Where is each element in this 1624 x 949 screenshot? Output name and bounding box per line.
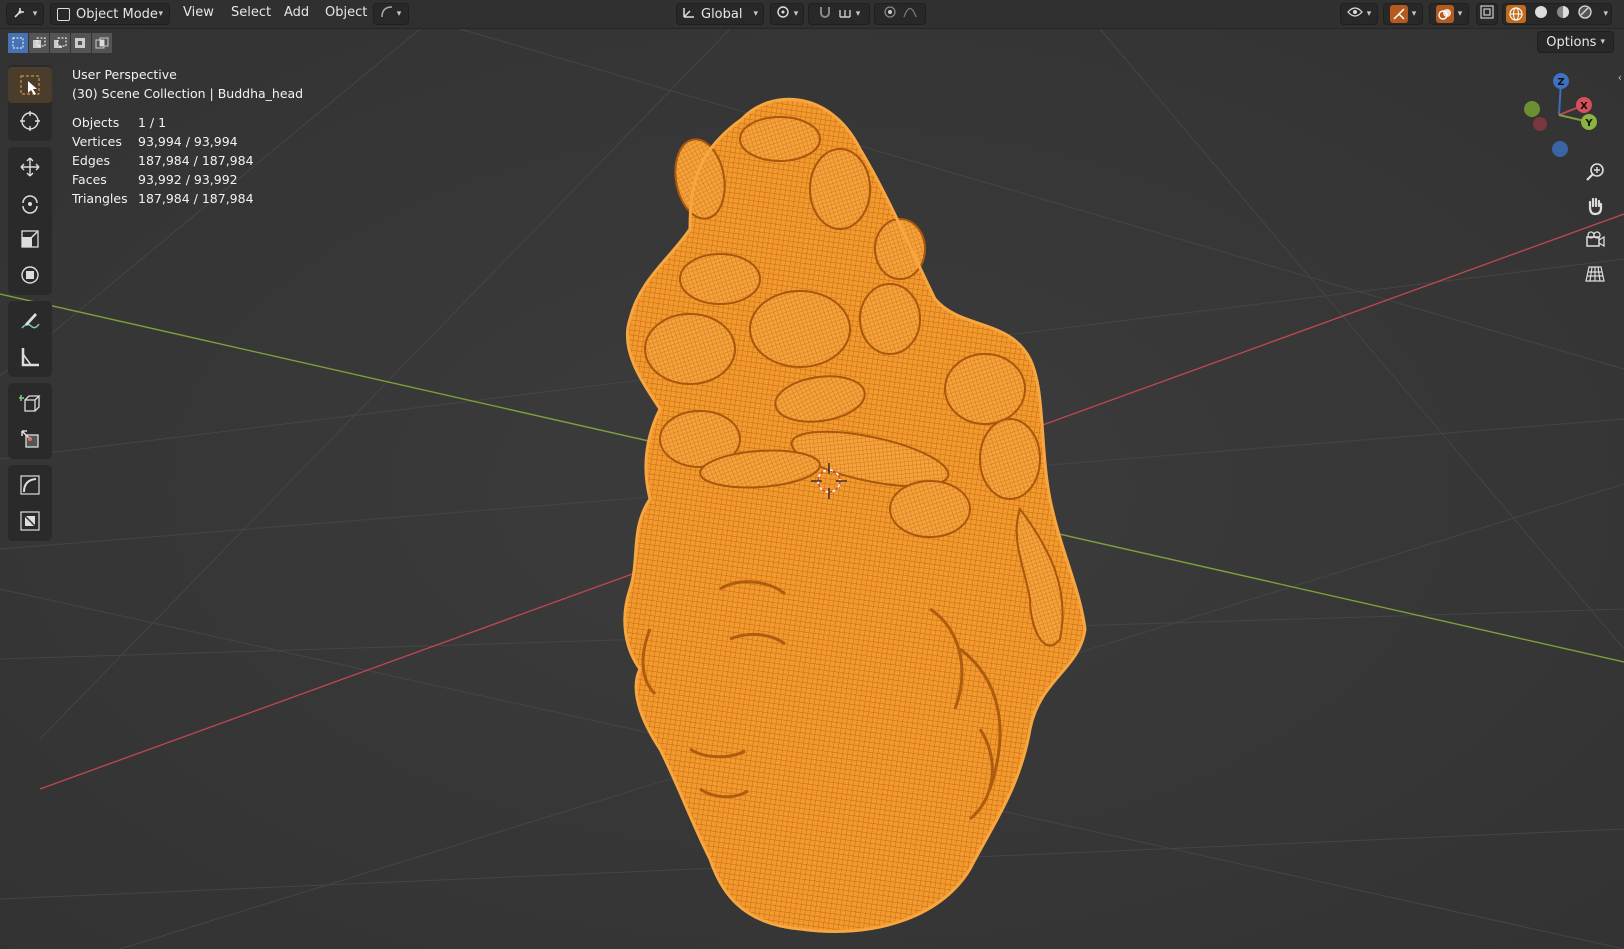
mode-label: Object Mode: [76, 6, 158, 22]
wireframe-shading-icon[interactable]: [1506, 5, 1526, 23]
select-new-icon[interactable]: [8, 33, 28, 53]
pan-hand-icon[interactable]: [1580, 189, 1610, 223]
ortho-grid-icon[interactable]: [1580, 257, 1610, 291]
stat-label: Objects: [72, 115, 120, 130]
stat-value: 187,984 / 187,984: [138, 153, 254, 168]
tool-shelf: [8, 65, 52, 547]
stat-value: 1 / 1: [138, 115, 167, 130]
stat-label: Vertices: [72, 134, 122, 149]
measure-tool-icon[interactable]: [8, 339, 52, 375]
stat-value: 187,984 / 187,984: [138, 191, 254, 206]
stat-label: Triangles: [72, 191, 128, 206]
add-cube-tool-icon[interactable]: [8, 385, 52, 421]
camera-icon[interactable]: [1580, 223, 1610, 257]
menu-add[interactable]: Add: [284, 5, 309, 20]
stat-row-edges: Edges 187,984 / 187,984: [72, 151, 303, 170]
rendered-shading-icon[interactable]: [1577, 5, 1592, 23]
rotate-tool-icon[interactable]: [8, 185, 52, 221]
visibility-dropdown[interactable]: ▾: [1340, 3, 1378, 25]
annotate-tool-icon[interactable]: [8, 303, 52, 339]
material-shading-icon[interactable]: [1556, 5, 1570, 23]
navigation-buttons: [1580, 155, 1610, 291]
gizmo-neg-y-icon: [1524, 101, 1540, 117]
gizmo-neg-x-icon: [1533, 117, 1547, 131]
select-invert-icon[interactable]: [71, 33, 91, 53]
navigation-gizmo[interactable]: Z X Y: [1514, 67, 1604, 163]
pivot-icon: [776, 5, 790, 23]
transform-origin-tool-icon[interactable]: [8, 421, 52, 457]
proportional-edit-icon: [883, 5, 897, 23]
stat-label: Edges: [72, 153, 110, 168]
orientation-icon: [682, 5, 696, 23]
solid-shading-icon[interactable]: [1534, 5, 1548, 23]
curve-icon: [380, 6, 393, 22]
overlays-toggle[interactable]: ▾: [1429, 3, 1469, 25]
stat-value: 93,994 / 93,994: [138, 134, 238, 149]
sidebar-toggle-icon[interactable]: ‹: [1618, 71, 1622, 84]
zoom-icon[interactable]: [1580, 155, 1610, 189]
move-tool-icon[interactable]: [8, 149, 52, 185]
falloff-icon: [903, 6, 917, 22]
shading-chevron-icon[interactable]: ▾: [1603, 9, 1608, 19]
gizmo-y-label: Y: [1584, 118, 1593, 129]
gizmo-toggle[interactable]: ▾: [1383, 3, 1423, 25]
menu-view[interactable]: View: [183, 5, 214, 20]
stat-row-vertices: Vertices 93,994 / 93,994: [72, 132, 303, 151]
stat-row-faces: Faces 93,992 / 93,992: [72, 170, 303, 189]
shrink-fatten-tool-icon[interactable]: [8, 503, 52, 539]
editor-type-icon: [13, 5, 29, 23]
stat-value: 93,992 / 93,992: [138, 172, 238, 187]
collection-label: (30) Scene Collection | Buddha_head: [72, 86, 304, 101]
proportional-edit-group[interactable]: [874, 3, 926, 25]
snap-group[interactable]: ▾: [808, 3, 870, 25]
pivot-dropdown[interactable]: ▾: [770, 3, 804, 25]
gizmo-z-label: Z: [1557, 77, 1564, 88]
stat-row-objects: Objects 1 / 1: [72, 113, 303, 132]
options-dropdown[interactable]: Options ▾: [1537, 31, 1614, 53]
editor-type-button[interactable]: ▾: [6, 3, 44, 25]
mode-dropdown[interactable]: Object Mode ▾: [50, 3, 170, 25]
orientation-dropdown[interactable]: Global ▾: [676, 3, 764, 25]
viewport-stats-overlay: User Perspective (30) Scene Collection |…: [72, 65, 303, 208]
viewport-header: ▾ Object Mode ▾ View Select Add Object ▾…: [0, 0, 1624, 29]
snap-target-icon: [838, 5, 852, 23]
object-mode-icon: [57, 7, 70, 21]
select-extend-icon[interactable]: [29, 33, 49, 53]
select-box-tool-icon[interactable]: [8, 67, 52, 103]
stat-label: Faces: [72, 172, 107, 187]
curve-tool-icon[interactable]: [8, 467, 52, 503]
overlays-icon: [1435, 5, 1454, 23]
transform-tool-icon[interactable]: [8, 257, 52, 293]
scale-tool-icon[interactable]: [8, 221, 52, 257]
cursor-tool-icon[interactable]: [8, 103, 52, 139]
menu-object[interactable]: Object: [325, 5, 367, 20]
gizmo-x-label: X: [1580, 101, 1588, 112]
gizmo-icon: [1389, 5, 1408, 23]
perspective-label: User Perspective: [72, 67, 177, 82]
options-label: Options: [1546, 34, 1597, 50]
gizmo-neg-z-icon: [1552, 141, 1568, 157]
select-mode-buttons: [8, 33, 112, 53]
snap-icon: [818, 5, 832, 23]
select-intersect-icon[interactable]: [92, 33, 112, 53]
xray-toggle[interactable]: [1476, 3, 1498, 25]
shading-modes: ▾: [1502, 3, 1612, 25]
select-subtract-icon[interactable]: [50, 33, 70, 53]
stat-row-triangles: Triangles 187,984 / 187,984: [72, 189, 303, 208]
eye-icon: [1346, 6, 1363, 22]
xray-icon: [1480, 5, 1494, 23]
3d-viewport[interactable]: Options ▾ User Perspective (30) Scene Co…: [0, 29, 1624, 949]
curve-dropdown[interactable]: ▾: [373, 3, 409, 25]
orientation-label: Global: [701, 6, 743, 22]
menu-select[interactable]: Select: [231, 5, 271, 20]
